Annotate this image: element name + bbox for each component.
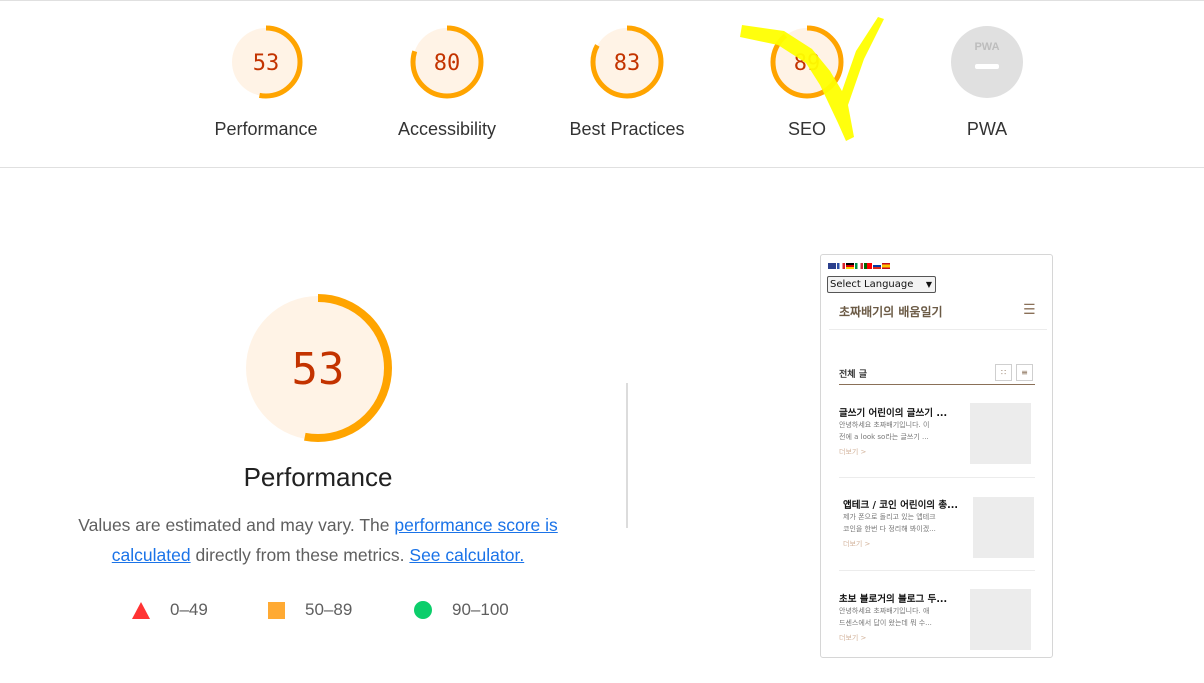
gauge-performance-score: 53 [253,51,280,76]
gauge-accessibility-label: Accessibility [397,119,497,139]
legend-fail: 0–49 [132,600,208,620]
post-excerpt-line: 안녕하세요 초짜배기입니다. 애 [839,607,930,615]
performance-main-title: Performance [243,462,393,492]
post-divider [839,570,1035,571]
post-thumbnail-image [973,497,1034,558]
post-thumbnail-image [970,589,1031,650]
section-divider [839,384,1035,385]
gauge-pwa[interactable]: PWA PWA [907,24,1067,140]
post-excerpt: 안녕하세요 초짜배기입니다. 애드센스에서 답이 왔는데 뭐 수... [839,605,959,629]
flag-icon [864,263,872,269]
post-excerpt-line: 드센스에서 답이 왔는데 뭐 수... [839,619,932,627]
blog-title: 초짜배기의 배움일기 [839,305,943,319]
gauge-performance-ring: 53 [229,25,303,99]
performance-main-ring: 53 [244,294,392,442]
gauge-accessibility-score: 80 [434,51,461,76]
gauge-seo-ring: 89 [770,25,844,99]
post-divider [839,477,1035,478]
final-screenshot-thumbnail[interactable]: Select Language ▼ 초짜배기의 배움일기 ☰ 전체 글 ∷ ≡ 글… [820,254,1053,658]
post-item[interactable]: 초보 블로거의 블로그 두... 안녕하세요 초짜배기입니다. 애드센스에서 답… [821,589,1052,657]
section-title: 전체 글 [839,370,867,380]
gauge-seo-score: 89 [794,51,821,76]
post-excerpt-line: 제가 폰으로 돌리고 있는 앱테크 [843,513,936,521]
flag-icon [846,263,854,269]
gauge-pwa-label: PWA [966,119,1008,139]
post-excerpt: 제가 폰으로 돌리고 있는 앱테크코인을 한번 다 정리해 봐이겠... [843,511,963,535]
circle-icon [414,601,432,619]
gauge-accessibility-ring: 80 [410,25,484,99]
flag-icon [837,263,845,269]
post-excerpt-line: 전에 a look so라는 글쓰기 ... [839,433,929,441]
gauge-best-practices-score: 83 [614,51,641,76]
read-more-link[interactable]: 더보기 > [839,447,866,457]
gauge-best-practices-label: Best Practices [569,119,685,139]
performance-main-score: 53 [292,344,345,395]
legend-average: 50–89 [268,600,352,620]
performance-description: Values are estimated and may vary. The p… [58,510,578,570]
post-excerpt-line: 안녕하세요 초짜배기입니다. 이 [839,421,930,429]
legend-pass-label: 90–100 [452,600,509,619]
post-item[interactable]: 앱테크 / 코인 어린이의 총... 제가 폰으로 돌리고 있는 앱테크코인을 … [821,495,1052,575]
gauge-seo-label: SEO [787,119,826,139]
header-divider [829,329,1047,330]
gauge-best-practices[interactable]: 83 Best Practices [547,24,707,140]
grid-view-icon[interactable]: ∷ [995,364,1012,381]
pwa-badge-text: PWA [974,41,999,53]
read-more-link[interactable]: 더보기 > [843,539,870,549]
post-title: 글쓰기 어린이의 글쓰기 ... [839,408,948,419]
legend-pass: 90–100 [414,600,509,620]
square-icon [268,601,285,619]
desc-prefix: Values are estimated and may vary. The [78,515,395,535]
flag-icon [828,263,836,269]
triangle-icon [132,601,150,619]
post-title: 앱테크 / 코인 어린이의 총... [843,500,958,511]
legend-average-label: 50–89 [305,600,353,619]
performance-main-gauge: 53 [240,290,396,451]
gauge-performance[interactable]: 53 Performance [186,24,346,140]
post-title: 초보 블로거의 블로그 두... [839,594,948,605]
post-thumbnail-image [970,403,1031,464]
post-excerpt: 안녕하세요 초짜배기입니다. 이전에 a look so라는 글쓰기 ... [839,419,959,443]
post-item[interactable]: 글쓰기 어린이의 글쓰기 ... 안녕하세요 초짜배기입니다. 이전에 a lo… [821,403,1052,483]
flag-icon [882,263,890,269]
vertical-divider [626,383,628,528]
gauge-best-practices-ring: 83 [590,25,664,99]
gauge-performance-label: Performance [214,119,318,139]
see-calculator-link[interactable]: See calculator. [409,545,524,565]
flag-icon [873,263,881,269]
legend-fail-label: 0–49 [170,600,208,619]
pwa-badge-icon: PWA [951,26,1023,98]
category-summary-bar: 53 Performance 80 Accessibility 83 Best … [0,0,1204,168]
hamburger-menu-icon[interactable]: ☰ [1023,303,1036,317]
read-more-link[interactable]: 더보기 > [839,633,866,643]
desc-middle: directly from these metrics. [190,545,410,565]
gauge-accessibility[interactable]: 80 Accessibility [367,24,527,140]
flag-icon [855,263,863,269]
language-select[interactable]: Select Language ▼ [827,276,936,293]
language-flags [828,263,890,269]
list-view-icon[interactable]: ≡ [1016,364,1033,381]
chevron-down-icon: ▼ [925,280,932,289]
language-select-label: Select Language [830,279,914,290]
post-excerpt-line: 코인을 한번 다 정리해 봐이겠... [843,525,936,533]
gauge-seo[interactable]: 89 SEO [727,24,887,140]
